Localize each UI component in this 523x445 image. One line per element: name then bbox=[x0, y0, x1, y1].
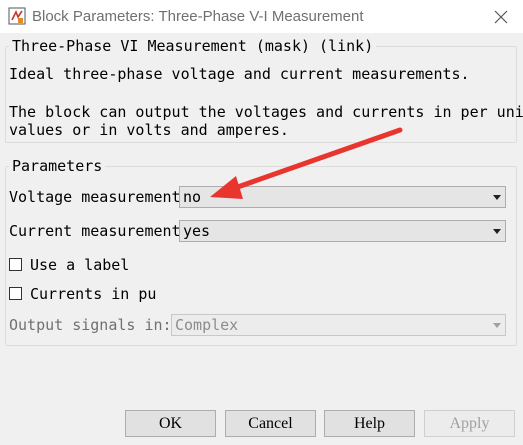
current-measurement-label: Current measurement bbox=[9, 222, 181, 240]
simulink-block-icon bbox=[8, 7, 26, 25]
description-text-3: values or in volts and amperes. bbox=[9, 121, 289, 139]
output-signals-select: Complex bbox=[171, 314, 506, 336]
description-text-2: The block can output the voltages and cu… bbox=[9, 103, 523, 121]
title-bar: Block Parameters: Three-Phase V-I Measur… bbox=[0, 0, 523, 33]
currents-in-pu-checkbox[interactable] bbox=[9, 287, 22, 300]
chevron-down-icon bbox=[493, 195, 501, 200]
description-text-1: Ideal three-phase voltage and current me… bbox=[9, 65, 470, 83]
current-measurement-value: yes bbox=[183, 222, 211, 240]
ok-button[interactable]: OK bbox=[125, 410, 216, 437]
output-signals-value: Complex bbox=[175, 316, 239, 334]
chevron-down-icon bbox=[493, 229, 501, 234]
use-label-checkbox[interactable] bbox=[9, 258, 22, 271]
description-legend: Three-Phase VI Measurement (mask) (link) bbox=[9, 37, 377, 55]
output-signals-label: Output signals in: bbox=[9, 316, 172, 334]
voltage-measurement-value: no bbox=[183, 188, 202, 206]
close-icon[interactable] bbox=[479, 0, 523, 33]
current-measurement-select[interactable]: yes bbox=[179, 220, 506, 242]
parameters-legend: Parameters bbox=[9, 157, 106, 175]
voltage-measurement-select[interactable]: no bbox=[179, 186, 506, 208]
cancel-button[interactable]: Cancel bbox=[225, 410, 316, 437]
apply-button: Apply bbox=[424, 410, 515, 437]
window-title: Block Parameters: Three-Phase V-I Measur… bbox=[32, 8, 364, 25]
use-label-label: Use a label bbox=[30, 256, 130, 274]
help-button[interactable]: Help bbox=[324, 410, 415, 437]
voltage-measurement-label: Voltage measurement bbox=[9, 188, 181, 206]
currents-in-pu-label: Currents in pu bbox=[30, 285, 157, 303]
chevron-down-icon bbox=[493, 323, 501, 328]
